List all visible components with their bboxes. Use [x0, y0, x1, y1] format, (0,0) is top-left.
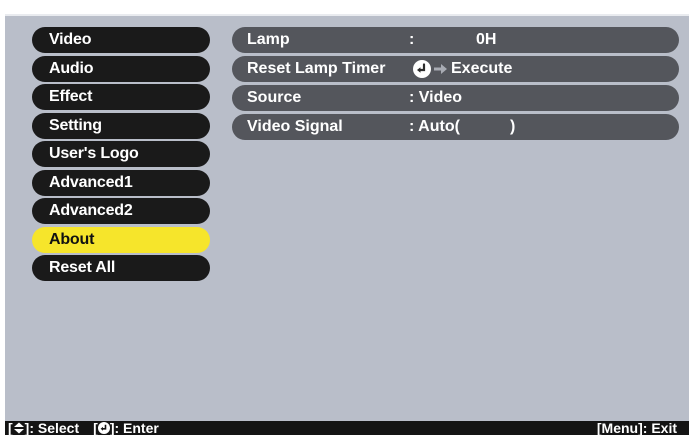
lamp-colon: :	[409, 31, 415, 48]
lamp-label: Lamp	[247, 31, 290, 48]
enter-icon	[413, 60, 431, 78]
top-divider	[5, 14, 689, 16]
exit-hint: [Menu]: Exit	[596, 420, 677, 436]
execute-action[interactable]: Execute	[413, 56, 512, 82]
sidebar-item-audio[interactable]: Audio	[32, 55, 210, 82]
sidebar-menu: Video Audio Effect Setting User's Logo A…	[32, 27, 210, 284]
video-signal-row[interactable]: Video Signal : Auto( )	[232, 114, 679, 140]
status-bar: [ ]: Select [ ]: Enter [Menu]: Exit	[5, 421, 689, 435]
about-panel: Lamp : 0H Reset Lamp Timer Execute Sourc…	[232, 27, 679, 143]
sidebar-item-users-logo[interactable]: User's Logo	[32, 141, 210, 167]
reset-lamp-timer-row[interactable]: Reset Lamp Timer Execute	[232, 56, 679, 82]
sidebar-item-about[interactable]: About	[32, 226, 210, 253]
source-row: Source : Video	[232, 85, 679, 111]
sidebar-item-video[interactable]: Video	[32, 27, 210, 53]
sidebar-item-setting[interactable]: Setting	[32, 112, 210, 139]
select-hint: ]: Select	[24, 420, 80, 436]
lamp-row: Lamp : 0H	[232, 27, 679, 53]
sidebar-item-advanced2[interactable]: Advanced2	[32, 198, 210, 224]
up-down-arrow-icon	[13, 422, 24, 434]
sidebar-item-reset-all[interactable]: Reset All	[32, 255, 210, 281]
video-signal-value: : Auto(	[409, 118, 460, 135]
arrow-right-icon	[434, 64, 447, 74]
enter-key-icon	[97, 422, 110, 434]
source-label: Source	[247, 89, 302, 106]
sidebar-item-effect[interactable]: Effect	[32, 84, 210, 110]
sidebar-item-advanced1[interactable]: Advanced1	[32, 169, 210, 196]
source-value: : Video	[409, 89, 463, 106]
footer-hints: [ ]: Select [ ]: Enter	[8, 421, 159, 435]
video-signal-close-paren: )	[510, 118, 516, 135]
execute-label: Execute	[451, 60, 513, 77]
video-signal-label: Video Signal	[247, 118, 343, 135]
reset-lamp-timer-label: Reset Lamp Timer	[247, 60, 386, 77]
lamp-value: 0H	[476, 31, 497, 48]
enter-hint: ]: Enter	[109, 420, 159, 436]
